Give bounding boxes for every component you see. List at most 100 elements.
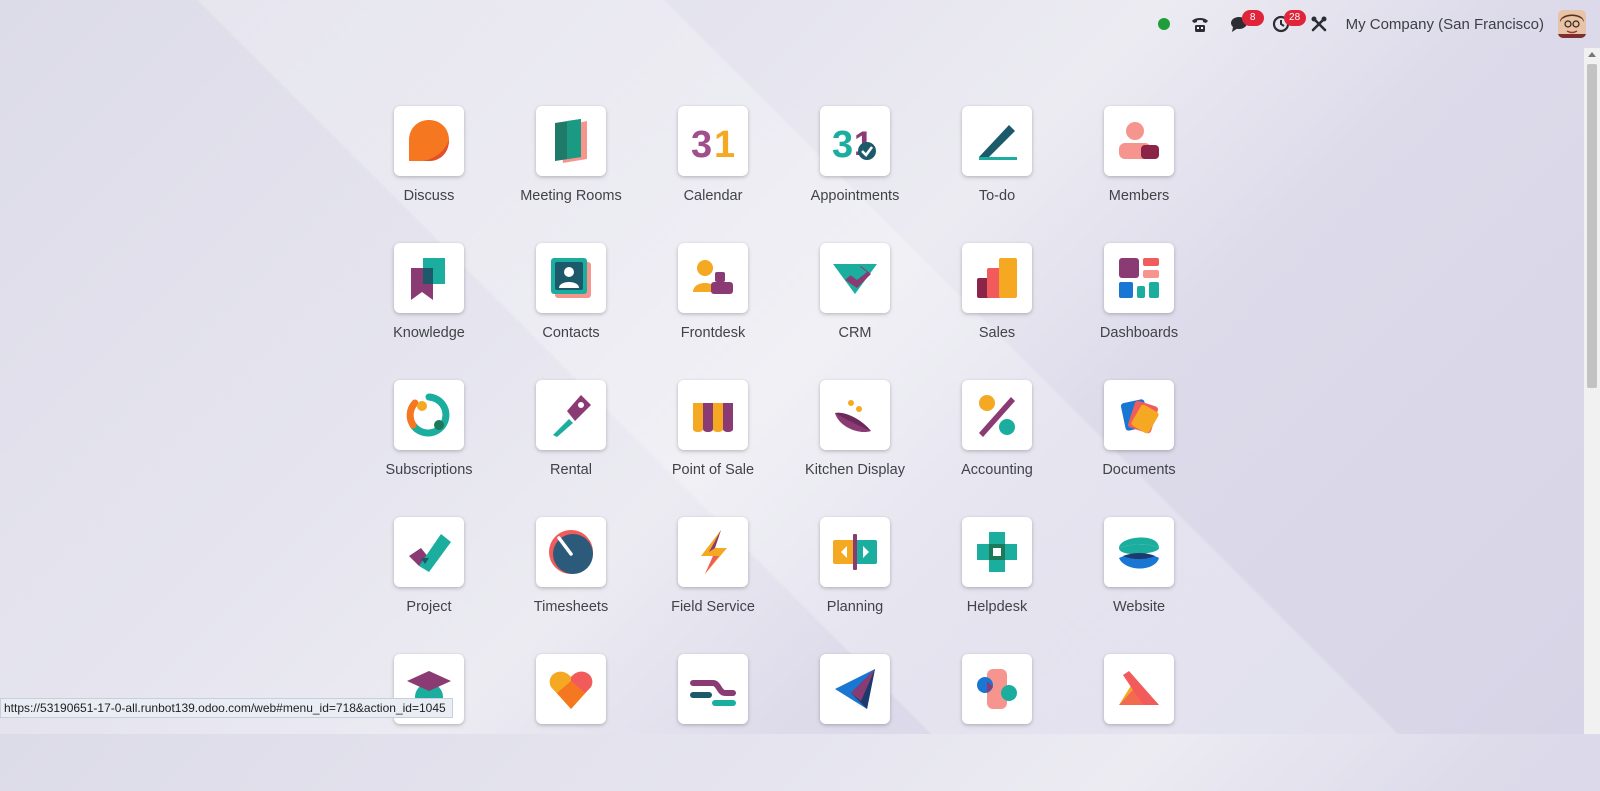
app-tile[interactable]	[1104, 243, 1174, 313]
frontdesk-icon	[693, 260, 733, 294]
debug-tools-button[interactable]	[1300, 0, 1338, 48]
app-appointments[interactable]: 3 1 Appointments	[784, 106, 926, 243]
app-label: Planning	[826, 599, 884, 615]
phone-button[interactable]	[1180, 0, 1220, 48]
scroll-up-arrow-icon[interactable]	[1588, 52, 1596, 57]
page-scrollbar[interactable]	[1584, 48, 1600, 734]
app-elearning[interactable]	[358, 654, 500, 791]
accounting-icon	[979, 395, 1015, 437]
app-tile[interactable]	[678, 654, 748, 724]
app-tile[interactable]	[394, 106, 464, 176]
app-label: Rental	[550, 462, 592, 478]
switch-icon	[690, 680, 736, 706]
app-tile[interactable]	[536, 654, 606, 724]
app-frontdesk[interactable]: Frontdesk	[642, 243, 784, 380]
app-documents[interactable]: Documents	[1068, 380, 1210, 517]
app-email-marketing[interactable]	[784, 654, 926, 791]
app-label: Website	[1112, 599, 1166, 615]
user-avatar[interactable]	[1558, 10, 1586, 38]
svg-text:3: 3	[691, 124, 712, 165]
app-label: Knowledge	[393, 325, 465, 341]
app-appraisal[interactable]	[500, 654, 642, 791]
app-label: Calendar	[683, 188, 743, 204]
app-tile[interactable]	[394, 517, 464, 587]
app-members[interactable]: Members	[1068, 106, 1210, 243]
app-todo[interactable]: To-do	[926, 106, 1068, 243]
activities-button[interactable]: 28	[1262, 0, 1306, 48]
app-tile[interactable]: 3 1	[820, 106, 890, 176]
app-project[interactable]: Project	[358, 517, 500, 654]
app-label: Sales	[978, 325, 1016, 341]
app-dashboards[interactable]: Dashboards	[1068, 243, 1210, 380]
app-tile[interactable]	[678, 380, 748, 450]
company-switcher[interactable]: My Company (San Francisco)	[1338, 0, 1558, 48]
crm-icon	[833, 264, 877, 294]
app-planning[interactable]: Planning	[784, 517, 926, 654]
app-tile[interactable]	[394, 380, 464, 450]
knowledge-icon	[411, 258, 445, 300]
app-timesheets[interactable]: Timesheets	[500, 517, 642, 654]
app-accounting[interactable]: Accounting	[926, 380, 1068, 517]
app-tile[interactable]	[962, 243, 1032, 313]
app-tile[interactable]	[820, 243, 890, 313]
app-label: Dashboards	[1099, 325, 1179, 341]
app-sign[interactable]	[1068, 654, 1210, 791]
app-tile[interactable]	[962, 654, 1032, 724]
app-crm[interactable]: CRM	[784, 243, 926, 380]
todo-icon	[979, 125, 1017, 160]
app-tile[interactable]	[536, 517, 606, 587]
messages-button[interactable]: 8	[1220, 0, 1264, 48]
app-label: To-do	[978, 188, 1016, 204]
app-website[interactable]: Website	[1068, 517, 1210, 654]
app-meeting-rooms[interactable]: Meeting Rooms	[500, 106, 642, 243]
svg-text:3: 3	[832, 124, 853, 165]
app-tile[interactable]	[1104, 380, 1174, 450]
app-tile[interactable]	[962, 106, 1032, 176]
subscriptions-icon	[406, 393, 450, 437]
app-tile[interactable]	[678, 517, 748, 587]
app-field-service[interactable]: Field Service	[642, 517, 784, 654]
calendar-icon: 3 1	[691, 124, 735, 165]
app-tile[interactable]	[1104, 106, 1174, 176]
app-sales[interactable]: Sales	[926, 243, 1068, 380]
app-tile[interactable]	[1104, 654, 1174, 724]
app-point-of-sale[interactable]: Point of Sale	[642, 380, 784, 517]
app-tile[interactable]	[678, 243, 748, 313]
email-marketing-icon	[835, 669, 875, 709]
point-of-sale-icon	[693, 403, 733, 432]
app-social[interactable]	[926, 654, 1068, 791]
app-tile[interactable]	[820, 517, 890, 587]
app-tile[interactable]	[536, 380, 606, 450]
discuss-icon	[409, 120, 449, 161]
app-tile[interactable]	[820, 380, 890, 450]
app-tile[interactable]	[962, 380, 1032, 450]
app-tile[interactable]: 3 1	[678, 106, 748, 176]
app-label: Project	[406, 599, 452, 615]
contacts-icon	[551, 258, 591, 298]
scroll-thumb[interactable]	[1587, 64, 1597, 388]
appraisal-icon	[549, 671, 593, 709]
app-tile[interactable]	[394, 243, 464, 313]
app-tile[interactable]	[962, 517, 1032, 587]
app-label: Meeting Rooms	[520, 188, 622, 204]
app-tile[interactable]	[1104, 517, 1174, 587]
app-subscriptions[interactable]: Subscriptions	[358, 380, 500, 517]
app-switch[interactable]	[642, 654, 784, 791]
app-contacts[interactable]: Contacts	[500, 243, 642, 380]
members-icon	[1119, 122, 1159, 159]
app-calendar[interactable]: 3 1 Calendar	[642, 106, 784, 243]
app-knowledge[interactable]: Knowledge	[358, 243, 500, 380]
planning-icon	[833, 534, 877, 570]
dashboards-icon	[1119, 258, 1159, 298]
presence-status[interactable]	[1148, 0, 1180, 48]
app-helpdesk[interactable]: Helpdesk	[926, 517, 1068, 654]
app-label: Field Service	[671, 599, 755, 615]
app-tile[interactable]	[536, 243, 606, 313]
app-discuss[interactable]: Discuss	[358, 106, 500, 243]
app-tile[interactable]	[820, 654, 890, 724]
rental-icon	[553, 395, 591, 437]
app-grid: Discuss Meeting Rooms 3 1 Calendar 3 1	[358, 106, 1214, 791]
app-tile[interactable]	[536, 106, 606, 176]
app-rental[interactable]: Rental	[500, 380, 642, 517]
app-kitchen-display[interactable]: Kitchen Display	[784, 380, 926, 517]
